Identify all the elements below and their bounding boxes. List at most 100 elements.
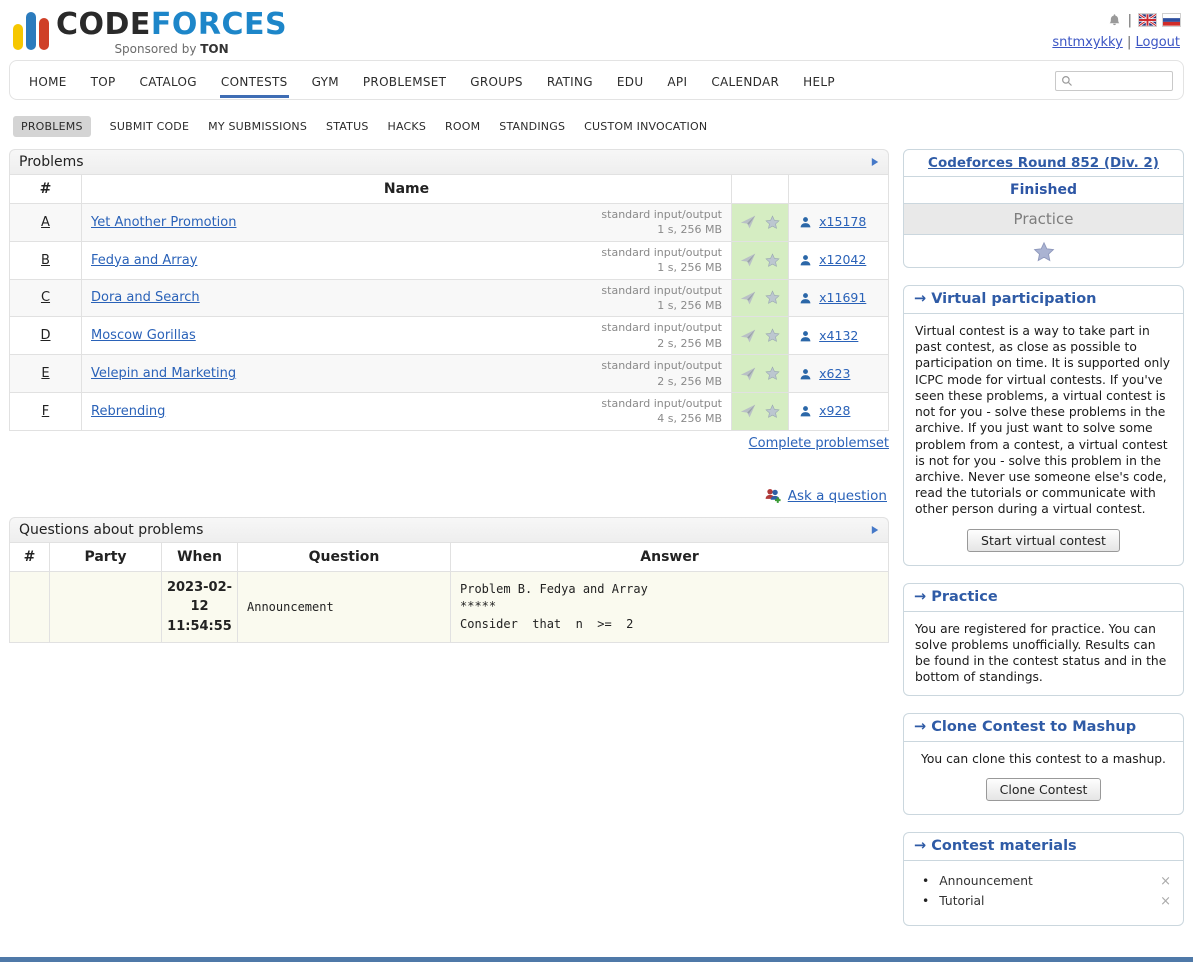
nav-rating[interactable]: RATING (546, 63, 594, 98)
nav-top[interactable]: TOP (90, 63, 117, 98)
problem-constraints: standard input/output1 s, 256 MB (601, 283, 722, 314)
problem-row-e: E Velepin and Marketing standard input/o… (10, 355, 889, 393)
expand-arrow-icon[interactable] (871, 157, 879, 167)
logo-bar-blue (26, 12, 36, 50)
contest-favorite-star-icon[interactable] (1033, 241, 1055, 263)
contest-title-row: Codeforces Round 852 (Div. 2) (904, 150, 1183, 177)
submit-plane-icon[interactable] (740, 252, 756, 268)
nav-help[interactable]: HELP (802, 63, 836, 98)
main-column: Problems # Name (9, 149, 889, 643)
complete-problemset-link[interactable]: Complete problemset (749, 436, 889, 451)
english-flag-icon[interactable] (1139, 14, 1156, 26)
materials-list: Announcement × Tutorial × (904, 861, 1183, 925)
search-input[interactable] (1076, 74, 1167, 88)
subnav-my-submissions[interactable]: MY SUBMISSIONS (208, 120, 307, 133)
close-icon[interactable]: × (1160, 894, 1171, 909)
solved-count-link[interactable]: x15178 (819, 214, 866, 229)
favorite-star-icon[interactable] (765, 290, 780, 305)
clone-contest-button[interactable]: Clone Contest (986, 778, 1102, 801)
submit-plane-icon[interactable] (740, 290, 756, 306)
nav-groups[interactable]: GROUPS (469, 63, 524, 98)
clone-body-text: You can clone this contest to a mashup. (904, 742, 1183, 776)
col-header-party: Party (50, 542, 162, 571)
sponsored-brand: TON (200, 42, 228, 56)
nav-edu[interactable]: EDU (616, 63, 645, 98)
nav-contests[interactable]: CONTESTS (220, 63, 289, 98)
nav-api[interactable]: API (666, 63, 688, 98)
col-header-index: # (10, 175, 82, 204)
caption-arrow: → (914, 589, 926, 605)
subnav-status[interactable]: STATUS (326, 120, 368, 133)
ask-question-link[interactable]: Ask a question (788, 488, 887, 504)
favorite-star-icon[interactable] (765, 253, 780, 268)
subnav-room[interactable]: ROOM (445, 120, 480, 133)
favorite-star-icon[interactable] (765, 215, 780, 230)
logo-bar-red (39, 18, 49, 50)
submit-plane-icon[interactable] (740, 366, 756, 382)
questions-caption: Questions about problems (19, 522, 203, 538)
submit-plane-icon[interactable] (740, 328, 756, 344)
favorite-star-icon[interactable] (765, 328, 780, 343)
nav-catalog[interactable]: CATALOG (139, 63, 198, 98)
col-header-q-num: # (10, 542, 50, 571)
nav-gym[interactable]: GYM (311, 63, 340, 98)
codeforces-logo[interactable]: CODEFORCES Sponsored by TON (13, 8, 287, 56)
sidebar-clone-box: → Clone Contest to Mashup You can clone … (903, 713, 1184, 815)
expand-arrow-icon[interactable] (871, 525, 879, 535)
problem-index-link[interactable]: B (41, 253, 50, 268)
material-item-tutorial: Tutorial × (922, 894, 1171, 909)
sponsored-line: Sponsored by TON (56, 42, 287, 56)
problem-name-link[interactable]: Yet Another Promotion (91, 215, 236, 230)
subnav-custom-invocation[interactable]: CUSTOM INVOCATION (584, 120, 707, 133)
problem-row-f: F Rebrending standard input/output4 s, 2… (10, 392, 889, 430)
subnav-standings[interactable]: STANDINGS (499, 120, 565, 133)
problem-constraints: standard input/output2 s, 256 MB (601, 320, 722, 351)
problem-name-link[interactable]: Rebrending (91, 404, 165, 419)
problem-name-link[interactable]: Dora and Search (91, 290, 200, 305)
problem-name-link[interactable]: Fedya and Array (91, 253, 197, 268)
nav-problemset[interactable]: PROBLEMSET (362, 63, 447, 98)
favorite-star-icon[interactable] (765, 366, 780, 381)
submit-plane-icon[interactable] (740, 403, 756, 419)
problem-name-link[interactable]: Velepin and Marketing (91, 366, 236, 381)
solved-count-link[interactable]: x928 (819, 403, 850, 418)
bell-icon[interactable] (1108, 13, 1121, 27)
close-icon[interactable]: × (1160, 874, 1171, 889)
material-tutorial-link[interactable]: Tutorial (939, 894, 984, 908)
contest-title-link[interactable]: Codeforces Round 852 (Div. 2) (928, 155, 1159, 171)
problem-index-link[interactable]: C (41, 290, 50, 305)
content-columns: Problems # Name (9, 149, 1184, 943)
subnav-problems[interactable]: PROBLEMS (13, 116, 91, 137)
problem-row-c: C Dora and Search standard input/output1… (10, 279, 889, 317)
favorite-star-icon[interactable] (765, 404, 780, 419)
materials-title: Contest materials (931, 838, 1076, 854)
problem-name-link[interactable]: Moscow Gorillas (91, 328, 196, 343)
question-num (10, 571, 50, 643)
problem-index-link[interactable]: F (42, 404, 49, 419)
problem-index-link[interactable]: E (41, 366, 49, 381)
start-virtual-contest-button[interactable]: Start virtual contest (967, 529, 1120, 552)
logout-link[interactable]: Logout (1135, 35, 1180, 50)
subnav-hacks[interactable]: HACKS (388, 120, 426, 133)
subnav-submit-code[interactable]: SUBMIT CODE (110, 120, 190, 133)
solved-count-link[interactable]: x4132 (819, 328, 858, 343)
nav-home[interactable]: HOME (28, 63, 68, 98)
contest-status: Finished (904, 177, 1183, 204)
problem-constraints: standard input/output4 s, 256 MB (601, 396, 722, 427)
problem-index-link[interactable]: D (40, 328, 50, 343)
materials-caption: → Contest materials (904, 833, 1183, 861)
question-text: Announcement (238, 571, 451, 643)
solved-count-link[interactable]: x623 (819, 366, 850, 381)
problem-index-link[interactable]: A (41, 215, 50, 230)
nav-calendar[interactable]: CALENDAR (710, 63, 780, 98)
solved-count-link[interactable]: x11691 (819, 290, 866, 305)
submit-plane-icon[interactable] (740, 214, 756, 230)
russian-flag-icon[interactable] (1163, 14, 1180, 26)
caption-arrow: → (914, 291, 926, 307)
user-handle-link[interactable]: sntmxykky (1052, 35, 1122, 50)
clone-title: Clone Contest to Mashup (931, 719, 1136, 735)
ask-question-row: Ask a question (11, 487, 887, 505)
codeforces-bars-icon (13, 8, 49, 50)
material-announcement-link[interactable]: Announcement (939, 874, 1033, 888)
solved-count-link[interactable]: x12042 (819, 252, 866, 267)
